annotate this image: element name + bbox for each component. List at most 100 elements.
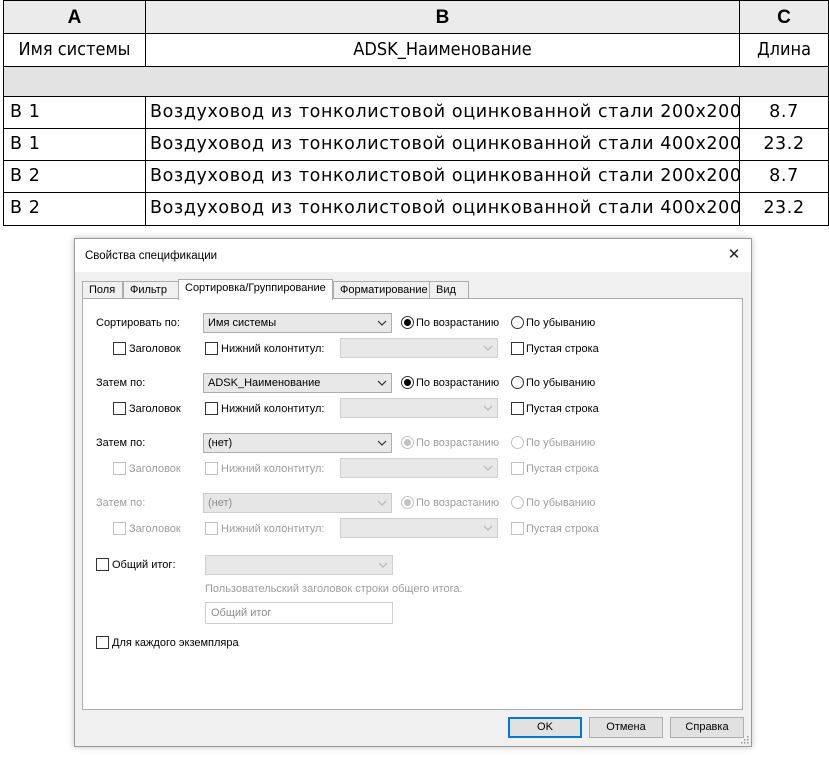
then-by-value: (нет) [208, 437, 233, 449]
footer-combo[interactable] [340, 398, 498, 418]
cell-system[interactable]: B 2 [3, 161, 146, 193]
cell-name[interactable]: Воздуховод из тонколистовой оцинкованной… [146, 193, 740, 226]
help-button[interactable]: Справка [670, 717, 744, 738]
descending-label: По убыванию [526, 497, 596, 509]
cell-length[interactable]: 23.2 [740, 129, 829, 161]
grand-total-checkbox[interactable] [96, 558, 109, 571]
header-checkbox[interactable] [113, 522, 126, 535]
descending-label: По убыванию [526, 437, 596, 449]
chevron-down-icon [377, 500, 387, 506]
sorting-panel: Сортировать по: Имя системы По возрастан… [82, 298, 743, 710]
tab-filter[interactable]: Фильтр [123, 281, 179, 299]
chevron-down-icon [483, 405, 493, 411]
descending-label: По убыванию [526, 377, 596, 389]
blank-line-label: Пустая строка [526, 463, 599, 475]
blank-line-checkbox[interactable] [511, 402, 524, 415]
then-by-combo[interactable]: (нет) [203, 433, 392, 453]
header-label: Заголовок [129, 463, 181, 475]
chevron-down-icon [483, 525, 493, 531]
cell-length[interactable]: 23.2 [740, 193, 829, 226]
footer-combo[interactable] [340, 458, 498, 478]
ascending-radio[interactable] [401, 316, 414, 329]
then-by-label: Затем по: [96, 437, 146, 449]
sort-by-value: Имя системы [208, 317, 277, 329]
grand-total-combo[interactable] [205, 555, 393, 575]
cell-system[interactable]: B 1 [3, 97, 146, 129]
schedule-table: A B C Имя системы ADSK_Наименование Длин… [0, 0, 829, 228]
chevron-down-icon [483, 465, 493, 471]
footer-combo[interactable] [340, 338, 498, 358]
ascending-label: По возрастанию [416, 437, 500, 449]
custom-total-title-value: Общий итог [211, 607, 272, 619]
then-by-combo[interactable]: ADSK_Наименование [203, 373, 392, 393]
descending-radio[interactable] [511, 436, 524, 449]
dialog-title: Свойства спецификации [85, 250, 218, 262]
ascending-label: По возрастанию [416, 377, 500, 389]
tab-appearance[interactable]: Вид [429, 281, 469, 299]
cell-name[interactable]: Воздуховод из тонколистовой оцинкованной… [146, 129, 740, 161]
group-header-row [3, 67, 829, 97]
close-icon[interactable]: ✕ [723, 244, 745, 266]
cell-system[interactable]: B 1 [3, 129, 146, 161]
custom-total-title-input[interactable]: Общий итог [205, 602, 393, 624]
column-letter-c[interactable]: C [740, 0, 829, 34]
cancel-button[interactable]: Отмена [589, 717, 663, 738]
chevron-down-icon [483, 345, 493, 351]
then-by-value: (нет) [208, 497, 233, 509]
header-label: Заголовок [129, 403, 181, 415]
column-header-system[interactable]: Имя системы [3, 34, 146, 67]
tab-fields[interactable]: Поля [82, 281, 123, 299]
then-by-value: ADSK_Наименование [208, 377, 321, 389]
cell-length[interactable]: 8.7 [740, 161, 829, 193]
blank-line-label: Пустая строка [526, 343, 599, 355]
blank-line-checkbox[interactable] [511, 522, 524, 535]
dialog-titlebar[interactable]: Свойства спецификации ✕ [75, 239, 751, 272]
footer-combo[interactable] [340, 518, 498, 538]
then-by-label: Затем по: [96, 377, 146, 389]
blank-line-label: Пустая строка [526, 403, 599, 415]
tab-sorting-grouping[interactable]: Сортировка/Группирование [178, 279, 333, 300]
footer-label: Нижний колонтитул: [221, 343, 325, 355]
resize-grip-icon[interactable] [739, 734, 749, 744]
blank-line-checkbox[interactable] [511, 462, 524, 475]
descending-radio[interactable] [511, 376, 524, 389]
footer-checkbox[interactable] [205, 342, 218, 355]
column-header-length[interactable]: Длина [740, 34, 829, 67]
itemize-checkbox[interactable] [96, 636, 109, 649]
ascending-radio[interactable] [401, 436, 414, 449]
cell-name[interactable]: Воздуховод из тонколистовой оцинкованной… [146, 161, 740, 193]
tab-formatting[interactable]: Форматирование [333, 281, 430, 299]
ascending-label: По возрастанию [416, 497, 500, 509]
header-checkbox[interactable] [113, 402, 126, 415]
sort-by-label: Сортировать по: [96, 317, 180, 329]
descending-radio[interactable] [511, 316, 524, 329]
footer-checkbox[interactable] [205, 402, 218, 415]
ok-button[interactable]: OK [508, 717, 582, 738]
cell-name[interactable]: Воздуховод из тонколистовой оцинкованной… [146, 97, 740, 129]
header-checkbox[interactable] [113, 342, 126, 355]
footer-checkbox[interactable] [205, 522, 218, 535]
ascending-radio[interactable] [401, 376, 414, 389]
ascending-radio[interactable] [401, 496, 414, 509]
then-by-label: Затем по: [96, 497, 146, 509]
blank-line-label: Пустая строка [526, 523, 599, 535]
cell-length[interactable]: 8.7 [740, 97, 829, 129]
schedule-properties-dialog: Свойства спецификации ✕ Поля Фильтр Сорт… [74, 238, 752, 747]
blank-line-checkbox[interactable] [511, 342, 524, 355]
footer-label: Нижний колонтитул: [221, 463, 325, 475]
chevron-down-icon [377, 440, 387, 446]
header-label: Заголовок [129, 523, 181, 535]
descending-radio[interactable] [511, 496, 524, 509]
column-letter-b[interactable]: B [146, 0, 740, 34]
footer-checkbox[interactable] [205, 462, 218, 475]
sort-by-combo[interactable]: Имя системы [203, 313, 392, 333]
column-header-name[interactable]: ADSK_Наименование [146, 34, 740, 67]
cell-system[interactable]: B 2 [3, 193, 146, 226]
header-label: Заголовок [129, 343, 181, 355]
then-by-combo[interactable]: (нет) [203, 493, 392, 513]
chevron-down-icon [377, 380, 387, 386]
header-checkbox[interactable] [113, 462, 126, 475]
ascending-label: По возрастанию [416, 317, 500, 329]
chevron-down-icon [378, 562, 388, 568]
column-letter-a[interactable]: A [3, 0, 146, 34]
